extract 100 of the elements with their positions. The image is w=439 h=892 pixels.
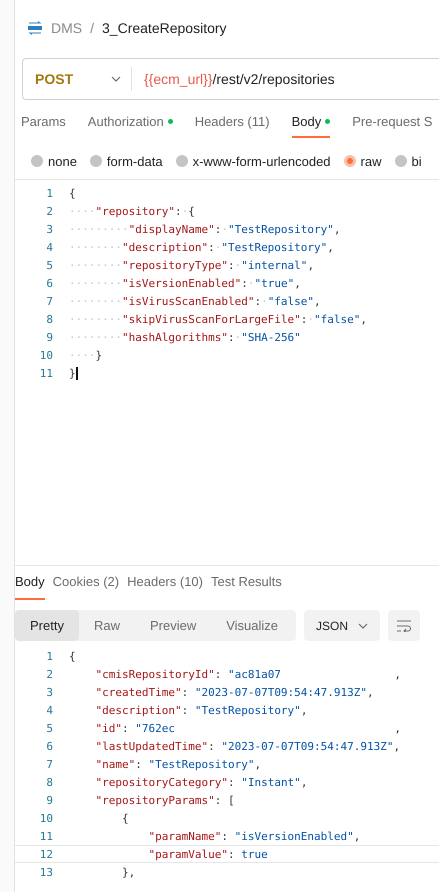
line-number: 10 xyxy=(38,812,54,824)
request-tab[interactable]: Body xyxy=(292,114,330,138)
json-key: "displayName" xyxy=(128,222,215,236)
json-punctuation: , xyxy=(367,686,374,698)
request-name: 3_CreateRepository xyxy=(102,20,227,36)
json-punctuation: : xyxy=(241,276,248,290)
chevron-down-icon xyxy=(111,76,121,82)
json-key: "repositoryParams" xyxy=(69,794,215,806)
method-select[interactable]: POST xyxy=(23,71,111,87)
url-bar[interactable]: POST {{ecm_url}}/rest/v2/repositories xyxy=(22,58,439,100)
breadcrumb-separator: / xyxy=(90,20,94,36)
whitespace-marker: · xyxy=(307,312,314,326)
json-punctuation: } xyxy=(69,366,76,380)
whitespace-marker: · xyxy=(234,258,242,272)
json-punctuation: : xyxy=(182,686,190,698)
json-value: "2023-07-07T09:54:47.913Z" xyxy=(221,740,394,752)
tab-label: Authorization xyxy=(88,114,164,129)
response-tab[interactable]: Cookies (2) xyxy=(52,574,120,600)
format-select[interactable]: JSON xyxy=(304,610,380,641)
json-value: "false" xyxy=(268,294,314,308)
wrap-lines-button[interactable] xyxy=(388,610,420,641)
request-tab[interactable]: Pre-request S xyxy=(352,114,432,138)
json-punctuation: { xyxy=(69,186,76,200)
radio-label: x-www-form-urlencoded xyxy=(192,154,331,168)
json-punctuation: , xyxy=(334,222,341,236)
json-key: "paramName" xyxy=(69,830,222,842)
line-number: 12 xyxy=(38,848,54,860)
json-value: "TestRepository" xyxy=(221,240,328,254)
json-punctuation: : xyxy=(174,204,182,218)
whitespace-marker: · xyxy=(248,276,254,290)
tab-label: Params xyxy=(21,114,66,129)
json-key: "name" xyxy=(69,758,136,770)
json-key: "repositoryCategory" xyxy=(69,776,228,788)
json-value: "internal" xyxy=(241,258,308,272)
json-key: "createdTime" xyxy=(69,686,182,698)
json-punctuation: , xyxy=(394,722,401,734)
json-value: "ac81a07 xyxy=(228,668,281,680)
json-key: "id" xyxy=(69,722,122,734)
view-mode-button[interactable]: Visualize xyxy=(211,610,294,641)
line-number: 5 xyxy=(45,722,54,734)
line-number: 8 xyxy=(45,312,54,326)
view-mode-button[interactable]: Raw xyxy=(78,610,135,641)
collection-name[interactable]: DMS xyxy=(51,20,82,36)
radio-button[interactable] xyxy=(90,155,102,167)
whitespace-marker: ········ xyxy=(69,330,122,344)
json-punctuation: : xyxy=(208,740,216,752)
radio-label: bi xyxy=(412,154,422,168)
json-punctuation: } xyxy=(96,348,102,362)
line-number: 11 xyxy=(38,366,54,380)
json-value: "Instant" xyxy=(241,776,301,788)
line-number: 3 xyxy=(45,222,54,236)
line-number: 6 xyxy=(45,740,54,752)
json-key: "description" xyxy=(122,240,208,254)
chevron-down-icon xyxy=(358,622,368,628)
json-value: "TestRepository" xyxy=(148,758,254,770)
json-key: "lastUpdatedTime" xyxy=(69,740,208,752)
json-key: "isVersionEnabled" xyxy=(122,276,242,290)
tab-label: Pre-request S xyxy=(352,114,432,129)
tab-label: Headers (11) xyxy=(194,114,270,129)
json-punctuation: : xyxy=(221,830,229,842)
whitespace-marker: · xyxy=(214,240,222,254)
json-punctuation: , xyxy=(294,276,301,290)
line-number: 4 xyxy=(45,240,54,254)
response-tab[interactable]: Test Results xyxy=(210,574,282,600)
response-tab[interactable]: Body xyxy=(15,574,45,600)
json-key: "isVirusScanEnabled" xyxy=(122,294,254,308)
view-mode-button[interactable]: Pretty xyxy=(15,610,79,641)
line-number: 9 xyxy=(45,330,54,344)
radio-button[interactable] xyxy=(344,155,356,167)
json-punctuation: : xyxy=(228,258,235,272)
whitespace-marker: · xyxy=(182,204,188,218)
request-tab[interactable]: Params xyxy=(21,114,66,138)
radio-button[interactable] xyxy=(394,155,406,167)
whitespace-marker: · xyxy=(261,294,268,308)
json-value: "2023-07-07T09:54:47.913Z" xyxy=(194,686,368,698)
json-punctuation: : xyxy=(300,312,308,326)
request-tab[interactable]: Headers (11) xyxy=(194,114,270,138)
whitespace-marker: ···· xyxy=(69,204,96,218)
json-punctuation: , xyxy=(254,758,262,770)
line-number: 10 xyxy=(38,348,54,362)
view-mode-button[interactable]: Preview xyxy=(134,610,212,641)
json-value: "true" xyxy=(254,276,294,290)
line-number: 6 xyxy=(45,276,54,290)
json-punctuation: : xyxy=(214,668,222,680)
json-punctuation: , xyxy=(360,312,368,326)
json-punctuation: : xyxy=(254,294,262,308)
json-punctuation: : xyxy=(208,240,215,254)
radio-button[interactable] xyxy=(31,155,43,167)
json-punctuation: { xyxy=(188,204,195,218)
response-tab[interactable]: Headers (10) xyxy=(127,574,203,600)
radio-button[interactable] xyxy=(176,155,188,167)
json-value: "762ec xyxy=(135,722,175,734)
request-tab[interactable]: Authorization xyxy=(88,114,173,138)
json-punctuation: : xyxy=(135,758,143,770)
url-path: /rest/v2/repositories xyxy=(212,71,335,87)
json-punctuation: , xyxy=(300,776,308,788)
json-key: "skipVirusScanForLargeFile" xyxy=(122,312,301,326)
whitespace-marker: · xyxy=(234,330,242,344)
json-punctuation: : xyxy=(228,848,236,860)
wrap-lines-icon xyxy=(396,620,412,632)
